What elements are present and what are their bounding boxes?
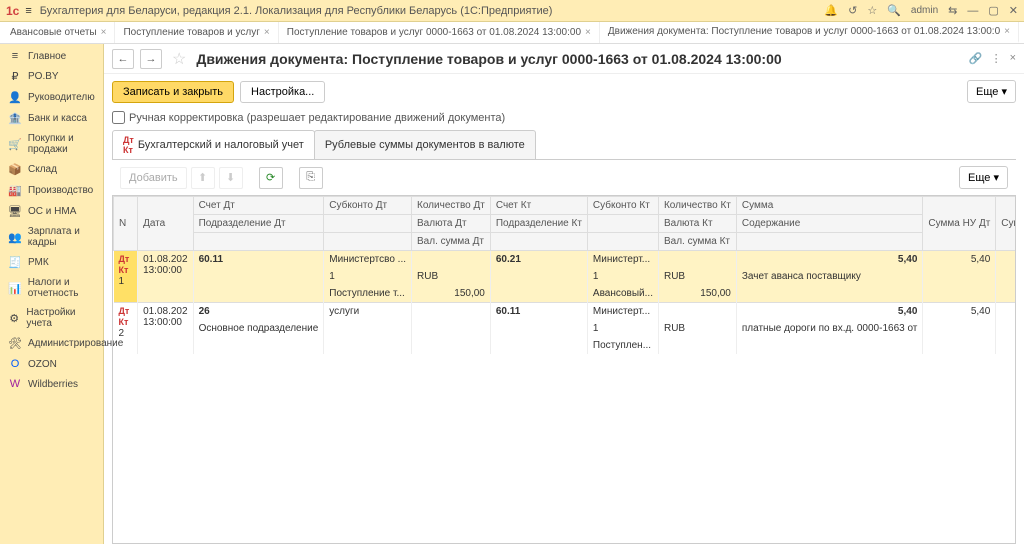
col-date[interactable]: Дата	[138, 197, 194, 251]
table-row[interactable]: 1RUB 1RUB Зачет аванса поставщику	[114, 268, 1017, 285]
close-icon[interactable]: ×	[585, 27, 591, 38]
currency-icon: ₽	[8, 70, 22, 83]
col-sub-dt[interactable]: Субконто Дт	[324, 197, 412, 215]
col-qty-kt[interactable]: Количество Кт	[658, 197, 736, 215]
cart-icon: 🛒	[8, 138, 22, 151]
save-close-button[interactable]: Записать и закрыть	[112, 81, 234, 103]
list-icon: ≡	[8, 50, 22, 62]
close-panel-icon[interactable]: ×	[1010, 52, 1016, 65]
close-icon[interactable]: ✕	[1009, 4, 1018, 17]
star-icon[interactable]: ☆	[172, 49, 186, 69]
grid[interactable]: N Дата Счет Дт Субконто Дт Количество Дт…	[112, 195, 1016, 544]
dtKt-icon: ДтКт	[119, 306, 130, 327]
ozon-icon: O	[8, 358, 22, 370]
settings-icon[interactable]: ⇆	[948, 4, 957, 17]
bank-icon: 🏦	[8, 112, 22, 125]
receipt-icon: 🧾	[8, 256, 22, 269]
bell-icon[interactable]: 🔔	[824, 4, 838, 17]
tab-2[interactable]: Поступление товаров и услуг 0000-1663 от…	[279, 22, 600, 43]
link-icon[interactable]: 🔗	[969, 52, 983, 65]
dtKt-icon: ДтКт	[119, 254, 130, 275]
table-row[interactable]: Основное подразделение 1RUB платные доро…	[114, 320, 1017, 337]
col-sum-nu-kt[interactable]: Сумма НУ Кт	[996, 197, 1016, 251]
table-row[interactable]: ДтКт1 01.08.20213:00:00 60.11 Министертс…	[114, 251, 1017, 269]
close-icon[interactable]: ×	[101, 27, 107, 38]
close-icon[interactable]: ×	[1004, 26, 1010, 37]
manual-correction-checkbox[interactable]	[112, 111, 125, 124]
subtabs: ДтКтБухгалтерский и налоговый учет Рубле…	[104, 130, 1024, 159]
chart-icon: 📊	[8, 282, 22, 295]
sidebar-item-salary[interactable]: 👥Зарплата и кадры	[0, 222, 103, 252]
computer-icon: 🖥	[8, 205, 22, 218]
sidebar-item-tax[interactable]: 📊Налоги и отчетность	[0, 273, 103, 303]
sidebar-item-warehouse[interactable]: 📦Склад	[0, 159, 103, 180]
tab-3[interactable]: Движения документа: Поступление товаров …	[600, 22, 1019, 43]
more-button[interactable]: Еще ▾	[967, 80, 1016, 103]
col-acc-kt[interactable]: Счет Кт	[490, 197, 587, 215]
minimize-icon[interactable]: —	[967, 5, 978, 17]
sidebar-item-poby[interactable]: ₽PO.BY	[0, 66, 103, 87]
subtab-ruble[interactable]: Рублевые суммы документов в валюте	[314, 130, 536, 159]
app-logo: 1c	[6, 4, 19, 18]
forward-button[interactable]: →	[140, 49, 162, 69]
content-header: ← → ☆ Движения документа: Поступление то…	[104, 44, 1024, 74]
people-icon: 👥	[8, 231, 22, 244]
col-sum[interactable]: Сумма	[736, 197, 923, 215]
menu-icon[interactable]: ≡	[25, 5, 31, 17]
tab-0[interactable]: Авансовые отчеты×	[2, 22, 115, 43]
gear-icon: ⚙	[8, 312, 20, 325]
box-icon: 📦	[8, 163, 22, 176]
back-button[interactable]: ←	[112, 49, 134, 69]
history-icon[interactable]: ↺	[848, 4, 857, 17]
maximize-icon[interactable]: ▢	[988, 4, 998, 17]
grid-more-button[interactable]: Еще ▾	[959, 166, 1008, 189]
col-sum-nu-dt[interactable]: Сумма НУ Дт	[923, 197, 996, 251]
more-icon[interactable]: ⋮	[991, 52, 1002, 65]
sidebar-item-manager[interactable]: 👤Руководителю	[0, 87, 103, 108]
app-title: Бухгалтерия для Беларуси, редакция 2.1. …	[40, 5, 825, 17]
table-row[interactable]: ДтКт2 01.08.20213:00:00 26 услуги 60.11 …	[114, 303, 1017, 321]
export-button[interactable]: ⎘	[299, 167, 323, 189]
sidebar-item-main[interactable]: ≡Главное	[0, 46, 103, 66]
page-title: Движения документа: Поступление товаров …	[196, 51, 781, 67]
user-label[interactable]: admin	[911, 5, 938, 16]
col-qty-dt[interactable]: Количество Дт	[412, 197, 491, 215]
add-button[interactable]: Добавить	[120, 167, 187, 189]
dtKt-icon: ДтКт	[123, 135, 134, 155]
sidebar-item-wb[interactable]: WWildberries	[0, 374, 103, 394]
sidebar-item-admin[interactable]: 🛠Администрирование	[0, 333, 103, 354]
tools-icon: 🛠	[8, 337, 22, 350]
sidebar-item-assets[interactable]: 🖥ОС и НМА	[0, 201, 103, 222]
subtab-accounting[interactable]: ДтКтБухгалтерский и налоговый учет	[112, 130, 315, 159]
sidebar-item-bank[interactable]: 🏦Банк и касса	[0, 108, 103, 129]
close-icon[interactable]: ×	[264, 27, 270, 38]
wb-icon: W	[8, 378, 22, 390]
col-sub-kt[interactable]: Субконто Кт	[587, 197, 658, 215]
star-icon[interactable]: ☆	[867, 4, 877, 17]
tabbar: Авансовые отчеты× Поступление товаров и …	[0, 22, 1024, 44]
sidebar-item-ozon[interactable]: OOZON	[0, 354, 103, 374]
sidebar-item-sales[interactable]: 🛒Покупки и продажи	[0, 129, 103, 159]
move-down-button[interactable]: ⬇	[219, 167, 243, 189]
sidebar: ≡Главное ₽PO.BY 👤Руководителю 🏦Банк и ка…	[0, 44, 104, 544]
sidebar-item-rmk[interactable]: 🧾РМК	[0, 252, 103, 273]
tab-1[interactable]: Поступление товаров и услуг×	[115, 22, 278, 43]
col-acc-dt[interactable]: Счет Дт	[193, 197, 324, 215]
grid-toolbar: Добавить ⬆ ⬇ ⟳ ⎘ Еще ▾	[112, 159, 1016, 195]
manual-correction-row[interactable]: Ручная корректировка (разрешает редактир…	[104, 109, 1024, 130]
move-up-button[interactable]: ⬆	[191, 167, 215, 189]
search-icon[interactable]: 🔍	[887, 4, 901, 17]
settings-button[interactable]: Настройка...	[240, 81, 325, 103]
titlebar: 1c ≡ Бухгалтерия для Беларуси, редакция …	[0, 0, 1024, 22]
sidebar-item-production[interactable]: 🏭Производство	[0, 180, 103, 201]
toolbar: Записать и закрыть Настройка... Еще ▾	[104, 74, 1024, 109]
person-icon: 👤	[8, 91, 22, 104]
factory-icon: 🏭	[8, 184, 22, 197]
manual-correction-label: Ручная корректировка (разрешает редактир…	[129, 112, 505, 124]
refresh-button[interactable]: ⟳	[259, 167, 283, 189]
sidebar-item-settings[interactable]: ⚙Настройки учета	[0, 303, 103, 333]
col-n[interactable]: N	[114, 197, 138, 251]
